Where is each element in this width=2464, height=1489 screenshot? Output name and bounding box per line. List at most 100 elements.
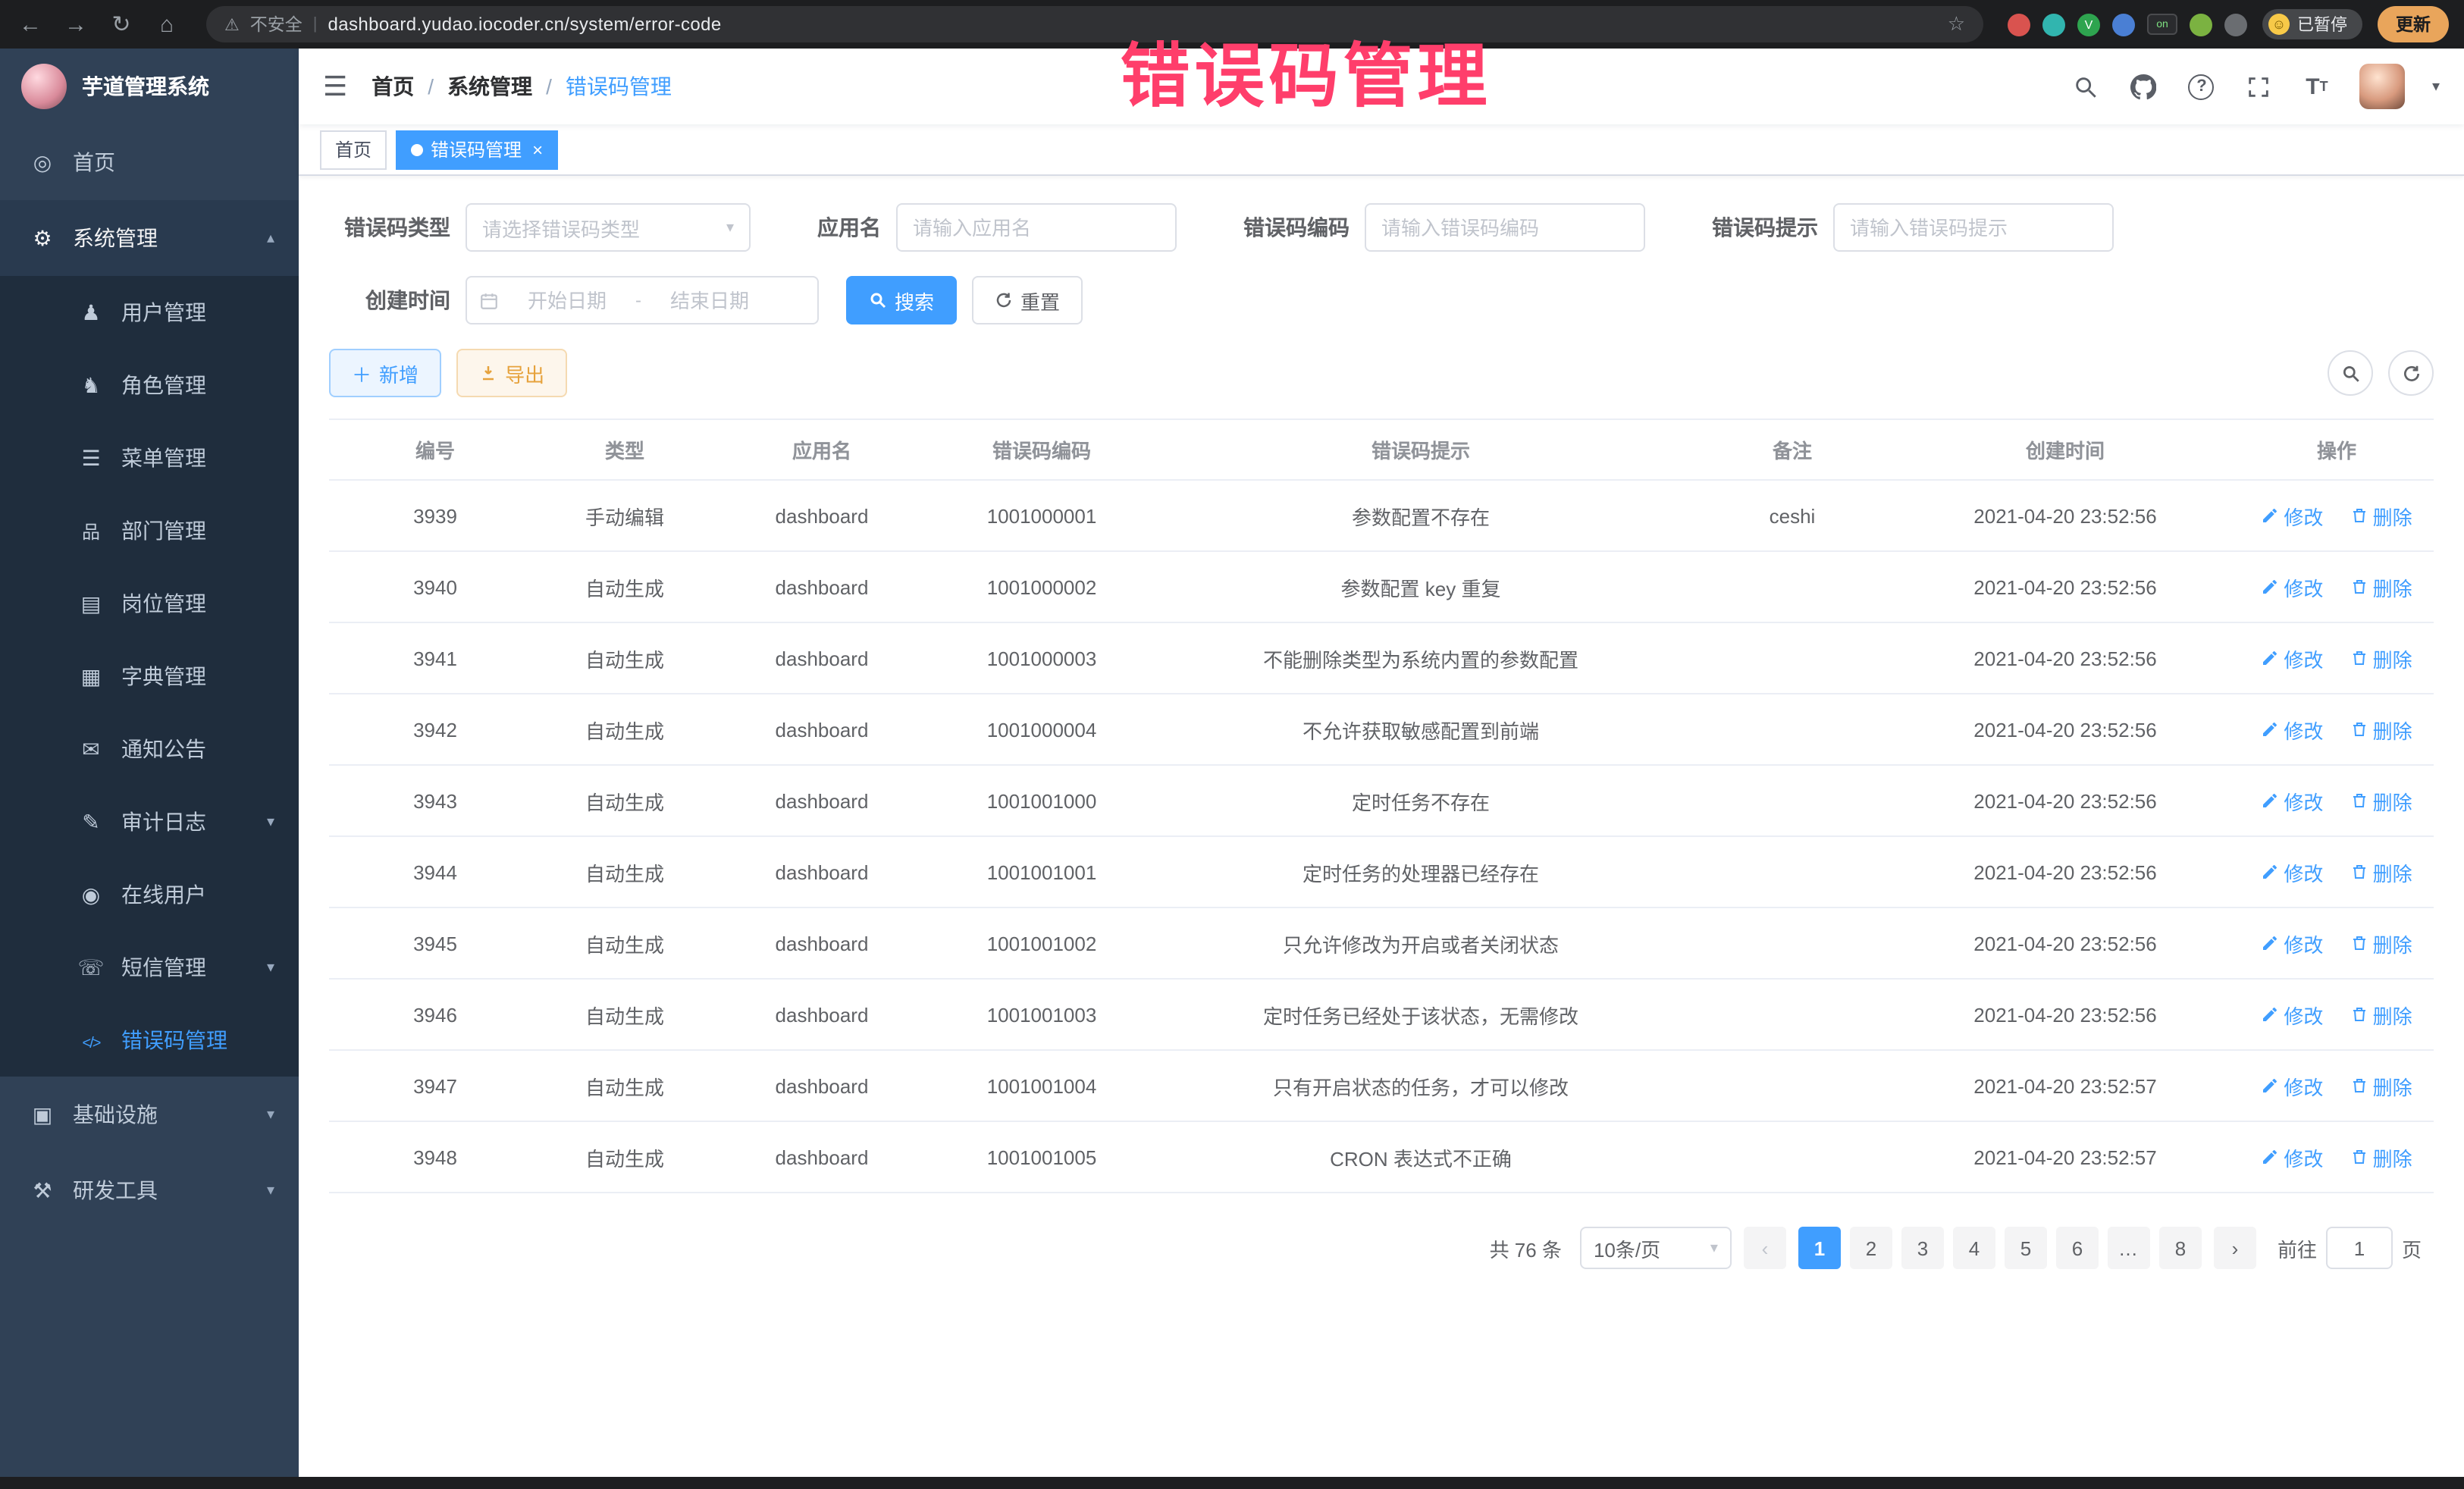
next-page-button[interactable]: ›	[2214, 1227, 2256, 1269]
extension-on-badge-icon[interactable]: on	[2147, 14, 2177, 35]
cell-id: 3944	[329, 836, 541, 908]
sidebar-item[interactable]: 基础设施	[0, 1077, 299, 1152]
sidebar-item-system[interactable]: 系统管理 ▴	[0, 200, 299, 276]
edit-link[interactable]: 修改	[2261, 1071, 2323, 1100]
edit-link[interactable]: 修改	[2261, 644, 2323, 672]
sidebar-item[interactable]: 研发工具	[0, 1152, 299, 1228]
breadcrumb-home[interactable]: 首页	[371, 71, 414, 102]
page-number-button[interactable]: 6	[2056, 1227, 2099, 1269]
menu-item-icon	[73, 518, 109, 544]
delete-link[interactable]: 删除	[2350, 1071, 2412, 1100]
error-code-input[interactable]	[1365, 203, 1645, 252]
table-row: 3942 自动生成 dashboard 1001000004 不允许获取敏感配置…	[329, 694, 2434, 765]
prev-page-button[interactable]: ‹	[1744, 1227, 1786, 1269]
cell-app: dashboard	[708, 1121, 936, 1193]
hamburger-icon[interactable]: ☰	[323, 71, 347, 102]
tag-error-code[interactable]: 错误码管理 ×	[396, 130, 558, 169]
page-number-button[interactable]: …	[2108, 1227, 2150, 1269]
paused-badge[interactable]: ☺ 已暂停	[2262, 9, 2362, 39]
app-name-input[interactable]	[896, 203, 1177, 252]
sidebar-subitem[interactable]: 短信管理	[0, 931, 299, 1004]
page-number-button[interactable]: 4	[1953, 1227, 1995, 1269]
export-button[interactable]: 导出	[456, 349, 567, 397]
extension-teal-icon[interactable]	[2042, 13, 2065, 36]
fullscreen-icon[interactable]	[2244, 71, 2274, 102]
sidebar-subitem[interactable]: 字典管理	[0, 640, 299, 713]
question-icon[interactable]: ?	[2187, 71, 2217, 102]
page-number-button[interactable]: 8	[2159, 1227, 2202, 1269]
sidebar-subitem[interactable]: 角色管理	[0, 349, 299, 422]
sidebar-subitem[interactable]: 错误码管理	[0, 1004, 299, 1077]
cell-id: 3942	[329, 694, 541, 765]
tag-home[interactable]: 首页	[320, 130, 387, 169]
search-icon[interactable]	[2071, 71, 2102, 102]
end-date-input[interactable]	[650, 289, 769, 312]
cell-remark	[1694, 622, 1891, 694]
delete-link[interactable]: 删除	[2350, 501, 2412, 530]
delete-link[interactable]: 删除	[2350, 644, 2412, 672]
breadcrumb-system[interactable]: 系统管理	[447, 71, 532, 102]
edit-link[interactable]: 修改	[2261, 929, 2323, 958]
bookmark-star-icon[interactable]: ☆	[1948, 12, 1965, 36]
github-icon[interactable]	[2129, 71, 2159, 102]
delete-link[interactable]: 删除	[2350, 1143, 2412, 1171]
delete-link[interactable]: 删除	[2350, 786, 2412, 815]
sidebar-item-home[interactable]: 首页	[0, 124, 299, 200]
forward-icon[interactable]: →	[61, 11, 91, 37]
sidebar-subitem[interactable]: 审计日志	[0, 785, 299, 858]
extension-octopus-icon[interactable]	[2224, 13, 2247, 36]
extension-red-icon[interactable]	[2008, 13, 2030, 36]
sidebar-subitem[interactable]: 部门管理	[0, 494, 299, 567]
reload-icon[interactable]: ↻	[106, 11, 136, 38]
search-icon	[869, 291, 887, 309]
date-range-picker[interactable]: -	[466, 276, 819, 324]
edit-link[interactable]: 修改	[2261, 501, 2323, 530]
cell-actions: 修改 删除	[2240, 551, 2434, 622]
cell-app: dashboard	[708, 694, 936, 765]
start-date-input[interactable]	[508, 289, 626, 312]
edit-link[interactable]: 修改	[2261, 1000, 2323, 1029]
edit-link[interactable]: 修改	[2261, 572, 2323, 601]
sidebar-subitem[interactable]: 用户管理	[0, 276, 299, 349]
delete-link[interactable]: 删除	[2350, 715, 2412, 744]
edit-link[interactable]: 修改	[2261, 1143, 2323, 1171]
app-logo[interactable]: 芋道管理系统	[0, 49, 299, 124]
goto-page-input[interactable]	[2326, 1227, 2393, 1269]
sidebar-subitem[interactable]: 岗位管理	[0, 567, 299, 640]
page-number-button[interactable]: 1	[1798, 1227, 1841, 1269]
sidebar-subitem[interactable]: 通知公告	[0, 713, 299, 785]
delete-link[interactable]: 删除	[2350, 857, 2412, 886]
sidebar-subitem[interactable]: 在线用户	[0, 858, 299, 931]
font-size-icon[interactable]: TT	[2302, 71, 2332, 102]
add-button[interactable]: ＋ 新增	[329, 349, 441, 397]
sidebar-item-label: 系统管理	[73, 223, 158, 253]
back-icon[interactable]: ←	[15, 11, 45, 37]
extension-green-v-icon[interactable]: V	[2077, 13, 2100, 36]
close-icon[interactable]: ×	[532, 139, 543, 160]
page-number-button[interactable]: 2	[1850, 1227, 1892, 1269]
error-hint-input[interactable]	[1833, 203, 2114, 252]
edit-link[interactable]: 修改	[2261, 857, 2323, 886]
edit-link[interactable]: 修改	[2261, 715, 2323, 744]
user-avatar[interactable]	[2359, 64, 2405, 109]
delete-link[interactable]: 删除	[2350, 1000, 2412, 1029]
delete-link[interactable]: 删除	[2350, 929, 2412, 958]
extension-grid-icon[interactable]	[2112, 13, 2135, 36]
delete-link[interactable]: 删除	[2350, 572, 2412, 601]
caret-down-icon[interactable]: ▾	[2432, 78, 2440, 95]
toggle-search-button[interactable]	[2328, 350, 2373, 396]
home-icon[interactable]: ⌂	[152, 11, 182, 37]
refresh-table-button[interactable]	[2388, 350, 2434, 396]
extension-leaf-icon[interactable]	[2190, 13, 2212, 36]
browser-update-button[interactable]: 更新	[2378, 6, 2449, 42]
sidebar-subitem[interactable]: 菜单管理	[0, 422, 299, 494]
breadcrumb: 首页 / 系统管理 / 错误码管理	[371, 71, 672, 102]
search-button[interactable]: 搜索	[846, 276, 957, 324]
edit-link[interactable]: 修改	[2261, 786, 2323, 815]
address-bar[interactable]: ⚠ 不安全 | dashboard.yudao.iocoder.cn/syste…	[206, 6, 1983, 42]
reset-button[interactable]: 重置	[972, 276, 1083, 324]
page-number-button[interactable]: 3	[1901, 1227, 1944, 1269]
error-type-select[interactable]: 请选择错误码类型 ▾	[466, 203, 751, 252]
page-number-button[interactable]: 5	[2005, 1227, 2047, 1269]
page-size-select[interactable]: 10条/页 ▾	[1580, 1227, 1732, 1269]
